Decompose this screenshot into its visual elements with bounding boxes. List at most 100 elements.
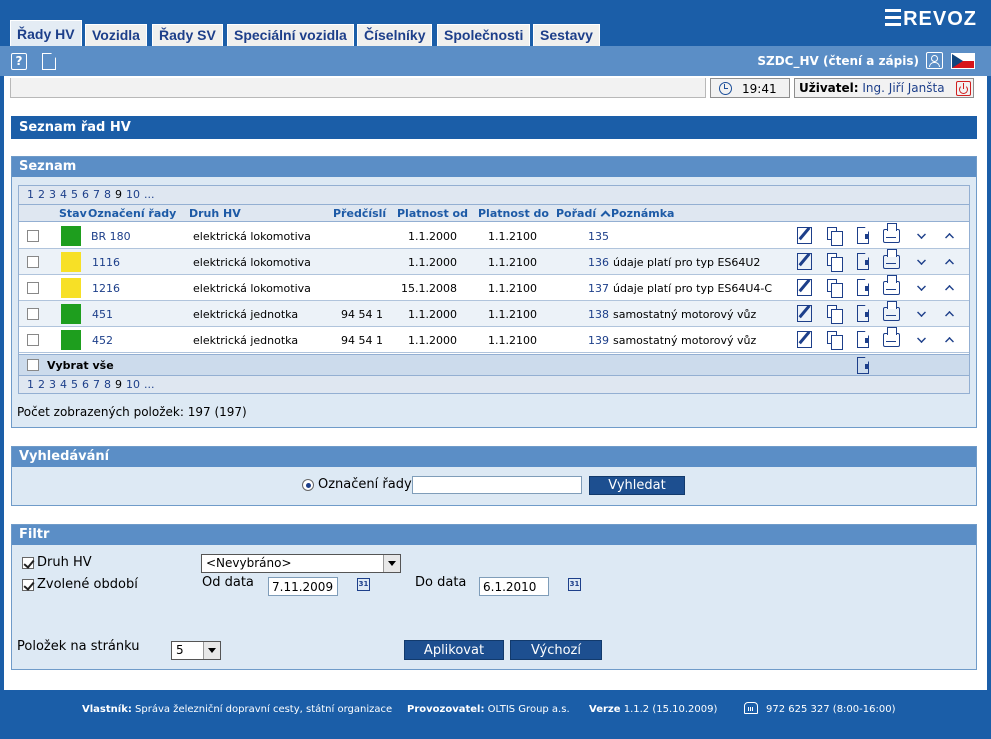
tab-spolecnosti[interactable]: Společnosti [437, 24, 531, 46]
page-link[interactable]: 2 [38, 378, 45, 391]
chevron-down-icon[interactable] [383, 555, 400, 572]
move-up-icon[interactable] [945, 337, 954, 346]
edit-icon[interactable] [797, 305, 812, 322]
date-from-input[interactable]: 7.11.2009 [268, 577, 338, 596]
page-link[interactable]: 3 [49, 188, 56, 201]
copy-icon[interactable] [827, 305, 843, 324]
export-icon[interactable] [857, 253, 869, 270]
move-up-icon[interactable] [945, 259, 954, 268]
czech-flag-icon[interactable] [951, 53, 975, 69]
page-link[interactable]: 2 [38, 188, 45, 201]
page-link[interactable]: 8 [104, 378, 111, 391]
search-input[interactable] [412, 476, 582, 494]
row-designation-link[interactable]: 451 [92, 308, 113, 321]
move-down-icon[interactable] [917, 256, 926, 265]
page-link[interactable]: 1 [27, 188, 34, 201]
move-up-icon[interactable] [945, 285, 954, 294]
obdobi-checkbox[interactable] [22, 579, 34, 591]
row-valid-to: 1.1.2100 [488, 282, 537, 295]
copy-icon[interactable] [827, 253, 843, 272]
page-link[interactable]: 4 [60, 188, 67, 201]
tab-rady-sv[interactable]: Řady SV [152, 24, 223, 46]
page-link[interactable]: ... [144, 378, 155, 391]
page-link[interactable]: ... [144, 188, 155, 201]
print-icon[interactable] [883, 301, 900, 321]
help-icon[interactable]: ? [11, 53, 27, 70]
export-icon[interactable] [857, 227, 869, 244]
user-profile-icon[interactable] [926, 52, 943, 69]
page-link[interactable]: 5 [71, 188, 78, 201]
row-designation-link[interactable]: 452 [92, 334, 113, 347]
page-link[interactable]: 1 [27, 378, 34, 391]
page-link[interactable]: 10 [126, 378, 140, 391]
print-icon[interactable] [883, 223, 900, 243]
search-button[interactable]: Vyhledat [589, 476, 685, 495]
row-note: údaje platí pro typ ES64U2 [613, 256, 761, 269]
page-link[interactable]: 7 [93, 378, 100, 391]
col-oznaceni[interactable]: Označení řady [88, 207, 176, 220]
row-designation-link[interactable]: 1216 [92, 282, 120, 295]
copy-icon[interactable] [827, 279, 843, 298]
row-checkbox[interactable] [27, 308, 39, 320]
new-document-icon[interactable] [42, 53, 56, 70]
chevron-down-icon[interactable] [203, 642, 220, 659]
row-checkbox[interactable] [27, 334, 39, 346]
search-by-designation-radio[interactable] [302, 479, 314, 491]
edit-icon[interactable] [797, 331, 812, 348]
move-down-icon[interactable] [917, 282, 926, 291]
export-icon[interactable] [857, 331, 869, 348]
copy-icon[interactable] [827, 227, 843, 246]
calendar-to-icon[interactable]: 31 [568, 578, 581, 591]
col-poradi[interactable]: Pořadí [556, 207, 611, 221]
phone-icon [744, 702, 758, 714]
page-link[interactable]: 6 [82, 188, 89, 201]
default-button[interactable]: Výchozí [510, 640, 602, 660]
tab-ciselniky[interactable]: Číselníky [357, 24, 433, 46]
calendar-from-icon[interactable]: 31 [357, 578, 370, 591]
page-link[interactable]: 3 [49, 378, 56, 391]
page-link[interactable]: 5 [71, 378, 78, 391]
move-down-icon[interactable] [917, 230, 926, 239]
tab-sestavy[interactable]: Sestavy [533, 24, 600, 46]
row-checkbox[interactable] [27, 230, 39, 242]
tab-rady-hv[interactable]: Řady HV [10, 20, 82, 46]
edit-icon[interactable] [797, 227, 812, 244]
move-down-icon[interactable] [917, 334, 926, 343]
edit-icon[interactable] [797, 279, 812, 296]
page-link[interactable]: 8 [104, 188, 111, 201]
page-link[interactable]: 6 [82, 378, 89, 391]
row-checkbox[interactable] [27, 282, 39, 294]
row-designation-link[interactable]: BR 180 [91, 230, 131, 243]
druh-hv-checkbox[interactable] [22, 557, 34, 569]
move-up-icon[interactable] [945, 311, 954, 320]
copy-icon[interactable] [827, 331, 843, 350]
per-page-select[interactable]: 5 [171, 641, 221, 660]
export-selected-icon[interactable] [857, 357, 869, 374]
export-icon[interactable] [857, 305, 869, 322]
export-icon[interactable] [857, 279, 869, 296]
row-designation-link[interactable]: 1116 [92, 256, 120, 269]
col-platnost-do[interactable]: Platnost do [478, 207, 549, 220]
page-link[interactable]: 10 [126, 188, 140, 201]
tab-specialni-vozidla[interactable]: Speciální vozidla [227, 24, 354, 46]
col-poznamka[interactable]: Poznámka [611, 207, 674, 220]
select-all-checkbox[interactable] [27, 359, 39, 371]
row-valid-to: 1.1.2100 [488, 230, 537, 243]
print-icon[interactable] [883, 275, 900, 295]
date-to-input[interactable]: 6.1.2010 [479, 577, 549, 596]
print-icon[interactable] [883, 327, 900, 347]
apply-button[interactable]: Aplikovat [404, 640, 504, 660]
col-predcisli[interactable]: Předčíslí [333, 207, 386, 220]
move-up-icon[interactable] [945, 233, 954, 242]
page-link[interactable]: 4 [60, 378, 67, 391]
col-platnost-od[interactable]: Platnost od [397, 207, 468, 220]
move-down-icon[interactable] [917, 308, 926, 317]
druh-hv-select[interactable]: <Nevybráno> [201, 554, 401, 573]
col-druh[interactable]: Druh HV [189, 207, 241, 220]
row-checkbox[interactable] [27, 256, 39, 268]
page-link[interactable]: 7 [93, 188, 100, 201]
tab-vozidla[interactable]: Vozidla [85, 24, 147, 46]
logout-icon[interactable] [956, 81, 971, 96]
print-icon[interactable] [883, 249, 900, 269]
edit-icon[interactable] [797, 253, 812, 270]
